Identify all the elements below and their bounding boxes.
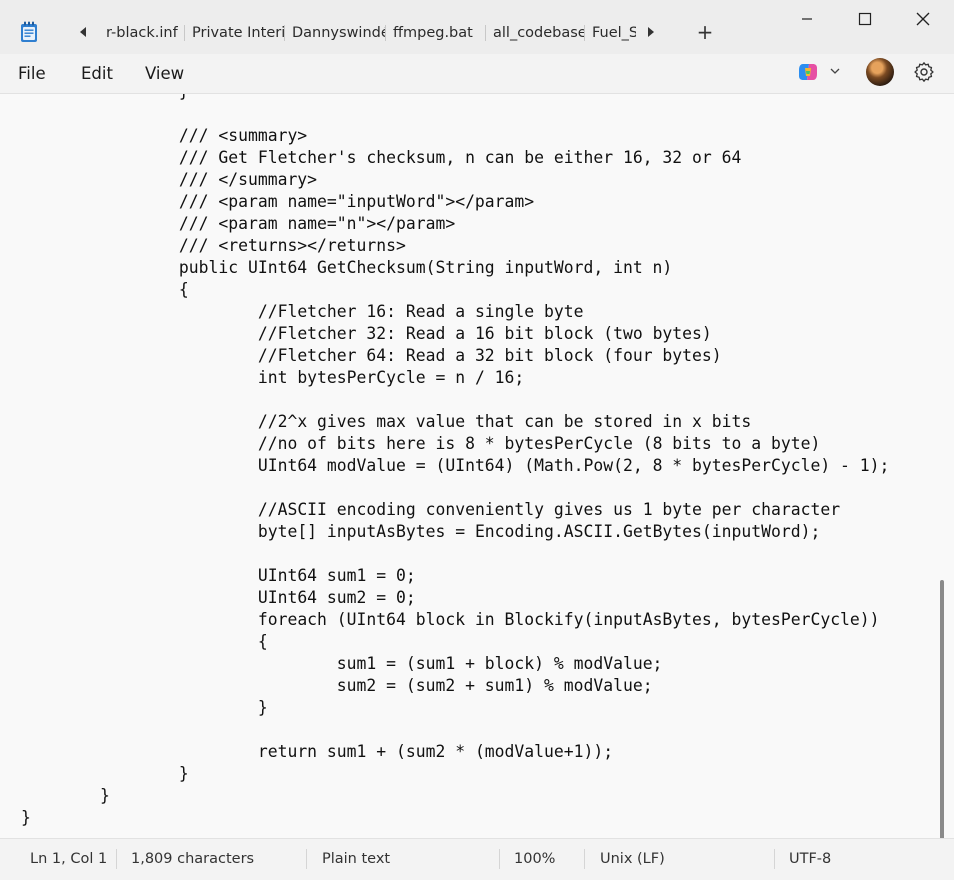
divider: [584, 849, 585, 869]
code-line[interactable]: [21, 543, 889, 565]
divider: [499, 849, 500, 869]
code-line[interactable]: {: [21, 631, 889, 653]
code-line[interactable]: [21, 477, 889, 499]
code-line[interactable]: //no of bits here is 8 * bytesPerCycle (…: [21, 433, 889, 455]
close-icon[interactable]: [894, 0, 952, 38]
code-line[interactable]: byte[] inputAsBytes = Encoding.ASCII.Get…: [21, 521, 889, 543]
code-line[interactable]: [21, 103, 889, 125]
code-line[interactable]: public UInt64 GetChecksum(String inputWo…: [21, 257, 889, 279]
code-line[interactable]: //ASCII encoding conveniently gives us 1…: [21, 499, 889, 521]
editor-content[interactable]: } /// <summary> /// Get Fletcher's check…: [21, 94, 889, 829]
code-line[interactable]: /// <param name="n"></param>: [21, 213, 889, 235]
line-ending[interactable]: Unix (LF): [600, 839, 665, 880]
gear-icon[interactable]: [912, 60, 936, 84]
tab-item[interactable]: Fuel_S: [584, 18, 636, 48]
character-count: 1,809 characters: [131, 851, 255, 867]
divider: [116, 849, 117, 869]
minimize-icon[interactable]: [778, 0, 836, 38]
vertical-scrollbar[interactable]: [940, 580, 944, 838]
maximize-icon[interactable]: [836, 0, 894, 38]
code-line[interactable]: sum2 = (sum2 + sum1) % modValue;: [21, 675, 889, 697]
menu-edit[interactable]: Edit: [81, 54, 113, 93]
new-tab-button[interactable]: +: [694, 21, 716, 43]
code-line[interactable]: int bytesPerCycle = n / 16;: [21, 367, 889, 389]
divider: [306, 849, 307, 869]
code-line[interactable]: //Fletcher 64: Read a 32 bit block (four…: [21, 345, 889, 367]
cursor-position: Ln 1, Col 1: [30, 851, 108, 867]
code-line[interactable]: UInt64 sum2 = 0;: [21, 587, 889, 609]
chevron-left-icon[interactable]: [76, 24, 90, 40]
tab-item[interactable]: Dannyswindé: [284, 18, 385, 48]
code-line[interactable]: [21, 719, 889, 741]
user-avatar[interactable]: [866, 58, 894, 86]
code-line[interactable]: UInt64 sum1 = 0;: [21, 565, 889, 587]
tab-strip: r-black.inf Private Interi Dannyswindé ffmp…: [100, 18, 636, 48]
status-bar: Ln 1, Col 1 1,809 characters Plain text …: [0, 838, 954, 880]
tab-item[interactable]: Private Interi: [184, 18, 284, 48]
menu-file[interactable]: File: [18, 54, 46, 93]
code-line[interactable]: /// </summary>: [21, 169, 889, 191]
code-line[interactable]: foreach (UInt64 block in Blockify(inputA…: [21, 609, 889, 631]
menu-view[interactable]: View: [145, 54, 184, 93]
chevron-down-icon[interactable]: [829, 65, 841, 77]
code-line[interactable]: {: [21, 279, 889, 301]
tab-item[interactable]: ffmpeg.bat: [385, 18, 485, 48]
code-line[interactable]: }: [21, 807, 889, 829]
code-line[interactable]: //Fletcher 32: Read a 16 bit block (two …: [21, 323, 889, 345]
encoding[interactable]: UTF-8: [789, 839, 831, 880]
divider: [774, 849, 775, 869]
code-line[interactable]: return sum1 + (sum2 * (modValue+1));: [21, 741, 889, 763]
title-bar: r-black.inf Private Interi Dannyswindé ffmp…: [0, 0, 954, 54]
code-line[interactable]: /// <summary>: [21, 125, 889, 147]
code-line[interactable]: }: [21, 94, 889, 103]
code-line[interactable]: }: [21, 697, 889, 719]
tab-item[interactable]: all_codebase: [485, 18, 584, 48]
code-line[interactable]: UInt64 modValue = (UInt64) (Math.Pow(2, …: [21, 455, 890, 477]
code-line[interactable]: //2^x gives max value that can be stored…: [21, 411, 889, 433]
text-editor[interactable]: } /// <summary> /// Get Fletcher's check…: [0, 94, 954, 838]
code-line[interactable]: /// <returns></returns>: [21, 235, 889, 257]
file-format[interactable]: Plain text: [322, 839, 390, 880]
copilot-icon[interactable]: [796, 60, 820, 84]
code-line[interactable]: [21, 389, 889, 411]
chevron-right-icon[interactable]: [644, 24, 658, 40]
zoom-level[interactable]: 100%: [514, 839, 555, 880]
code-line[interactable]: /// Get Fletcher's checksum, n can be ei…: [21, 147, 889, 169]
code-line[interactable]: }: [21, 763, 889, 785]
notepad-icon[interactable]: [20, 21, 38, 43]
code-line[interactable]: //Fletcher 16: Read a single byte: [21, 301, 889, 323]
tab-item[interactable]: r-black.inf: [100, 18, 184, 48]
code-line[interactable]: }: [21, 785, 889, 807]
code-line[interactable]: sum1 = (sum1 + block) % modValue;: [21, 653, 889, 675]
code-line[interactable]: /// <param name="inputWord"></param>: [21, 191, 889, 213]
